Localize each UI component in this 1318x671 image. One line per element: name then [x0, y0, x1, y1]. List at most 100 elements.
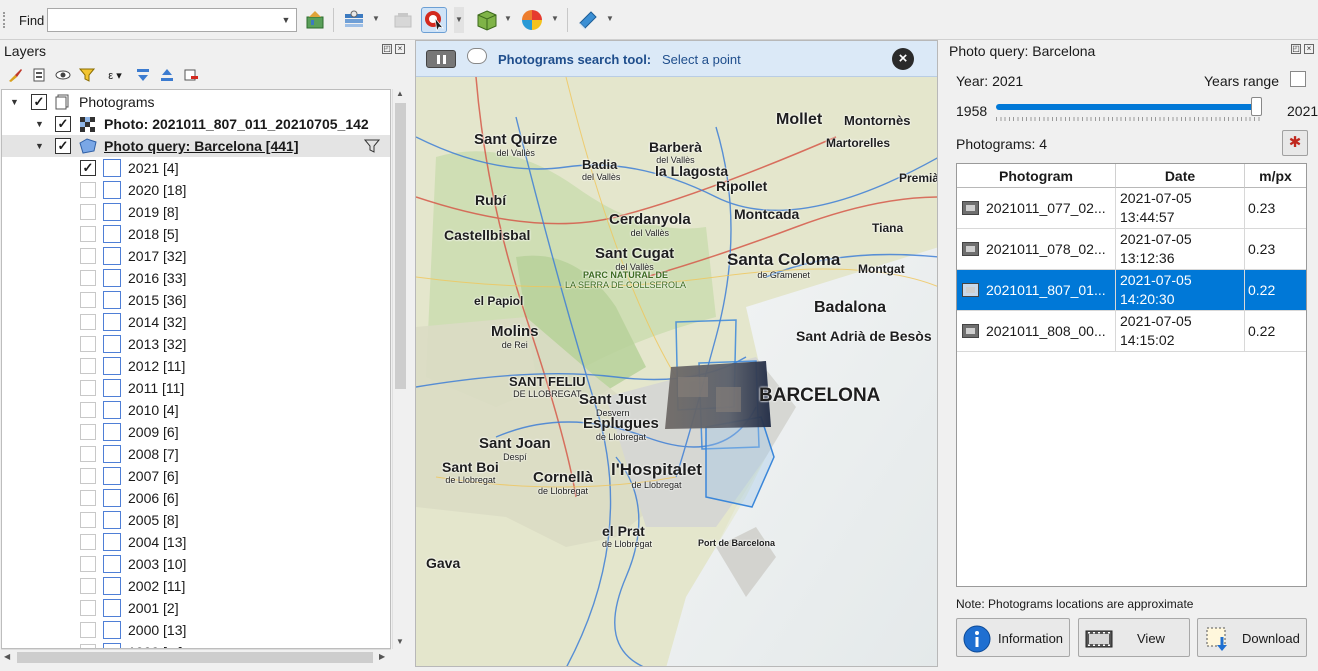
scrollbar-thumb[interactable]	[395, 103, 406, 389]
layer-checkbox[interactable]	[80, 182, 96, 198]
layer-checkbox[interactable]	[80, 578, 96, 594]
layer-checkbox[interactable]	[80, 380, 96, 396]
view-button[interactable]: View	[1078, 618, 1190, 657]
layer-checkbox[interactable]	[80, 204, 96, 220]
layer-checkbox[interactable]: ✓	[55, 138, 71, 154]
layer-checkbox[interactable]	[80, 512, 96, 528]
close-icon[interactable]: ×	[892, 48, 914, 70]
table-row[interactable]: 2021011_077_02... 2021-07-05 13:44:57 0.23	[957, 188, 1306, 229]
filter-icon[interactable]	[363, 138, 382, 154]
year-class-item[interactable]: 2019 [8]	[2, 201, 390, 223]
year-class-item[interactable]: 2014 [32]	[2, 311, 390, 333]
photogram-search-icon[interactable]	[421, 7, 447, 33]
float-panel-icon[interactable]: ◰	[382, 44, 392, 54]
year-class-item[interactable]: 2015 [36]	[2, 289, 390, 311]
layer-checkbox[interactable]	[80, 468, 96, 484]
information-button[interactable]: Information	[956, 618, 1070, 657]
table-row[interactable]: 2021011_807_01... 2021-07-05 14:20:30 0.22	[957, 270, 1306, 311]
year-class-item[interactable]: 2013 [32]	[2, 333, 390, 355]
year-class-item[interactable]: 1999 [...]	[2, 641, 390, 648]
table-row[interactable]: 2021011_078_02... 2021-07-05 13:12:36 0.23	[957, 229, 1306, 270]
layer-checkbox[interactable]	[80, 490, 96, 506]
scroll-down-icon[interactable]: ▼	[396, 637, 404, 646]
expand-toggle-icon[interactable]: ▼	[35, 141, 44, 151]
style-brush-icon[interactable]	[6, 66, 24, 84]
layer-checkbox[interactable]	[80, 424, 96, 440]
expand-toggle-icon[interactable]: ▼	[35, 119, 44, 129]
layer-checkbox[interactable]: ✓	[55, 116, 71, 132]
column-header-date[interactable]: Date	[1116, 164, 1245, 188]
float-panel-icon[interactable]: ◰	[1291, 44, 1301, 54]
expand-all-icon[interactable]	[134, 66, 152, 84]
year-class-item[interactable]: 2017 [32]	[2, 245, 390, 267]
chevron-down-icon[interactable]: ▼	[551, 14, 559, 23]
collapse-all-icon[interactable]	[158, 66, 176, 84]
year-class-item[interactable]: 2011 [11]	[2, 377, 390, 399]
scrollbar-thumb[interactable]	[17, 652, 373, 663]
layer-checkbox[interactable]	[80, 226, 96, 242]
eye-icon[interactable]	[54, 66, 72, 84]
layer-checkbox[interactable]	[80, 270, 96, 286]
layer-checkbox[interactable]	[80, 336, 96, 352]
cube-icon[interactable]	[474, 7, 500, 33]
year-class-item[interactable]: 2009 [6]	[2, 421, 390, 443]
map-canvas[interactable]: Photograms search tool: Select a point ×…	[415, 40, 938, 667]
layer-checkbox[interactable]: ✓	[80, 160, 96, 176]
year-class-item[interactable]: 2008 [7]	[2, 443, 390, 465]
layer-checkbox[interactable]	[80, 622, 96, 638]
year-class-item[interactable]: 2018 [5]	[2, 223, 390, 245]
layer-checkbox[interactable]	[80, 534, 96, 550]
book-icon[interactable]	[575, 7, 601, 33]
layer-checkbox[interactable]	[80, 446, 96, 462]
scroll-up-icon[interactable]: ▲	[396, 89, 404, 98]
remove-layer-icon[interactable]	[182, 66, 200, 84]
chevron-down-icon[interactable]: ▼	[606, 14, 614, 23]
chevron-down-icon[interactable]: ▼	[276, 9, 296, 31]
layer-tree-item[interactable]: ▼ ✓ Photo: 2021011_807_011_20210705_142	[2, 113, 390, 135]
layer-checkbox[interactable]	[80, 314, 96, 330]
column-header-mpx[interactable]: m/px	[1245, 164, 1306, 188]
chevron-down-icon[interactable]: ▼	[372, 14, 380, 23]
year-class-item[interactable]: 2004 [13]	[2, 531, 390, 553]
layer-checkbox[interactable]	[80, 402, 96, 418]
chevron-down-icon[interactable]: ▼	[454, 7, 464, 33]
add-group-icon[interactable]	[30, 66, 48, 84]
pause-icon[interactable]	[426, 50, 456, 68]
layer-tree-vertical-scrollbar[interactable]: ▲ ▼	[392, 89, 407, 649]
years-range-checkbox[interactable]	[1290, 71, 1306, 87]
year-class-item[interactable]: 2010 [4]	[2, 399, 390, 421]
year-class-item[interactable]: 2016 [33]	[2, 267, 390, 289]
layer-tree-horizontal-scrollbar[interactable]: ◀ ▶	[1, 649, 391, 664]
year-class-item[interactable]: 2005 [8]	[2, 509, 390, 531]
year-class-item[interactable]: 2002 [11]	[2, 575, 390, 597]
scroll-right-icon[interactable]: ▶	[379, 652, 385, 661]
find-input[interactable]: ▼	[47, 8, 297, 32]
close-panel-icon[interactable]: ×	[1304, 44, 1314, 54]
photo-stack-icon[interactable]	[341, 7, 367, 33]
layer-checkbox[interactable]: ✓	[31, 94, 47, 110]
toolbar-grip[interactable]	[3, 12, 7, 28]
layer-checkbox[interactable]	[80, 358, 96, 374]
chevron-down-icon[interactable]: ▼	[504, 14, 512, 23]
color-wheel-icon[interactable]	[519, 7, 545, 33]
table-row[interactable]: 2021011_808_00... 2021-07-05 14:15:02 0.22	[957, 311, 1306, 352]
layer-checkbox[interactable]	[80, 292, 96, 308]
layer-tree-item[interactable]: ▼ ✓ Photograms	[2, 91, 390, 113]
column-header-photogram[interactable]: Photogram	[957, 164, 1116, 188]
expand-toggle-icon[interactable]: ▼	[10, 97, 19, 107]
year-class-item[interactable]: 2001 [2]	[2, 597, 390, 619]
filter-icon[interactable]	[78, 66, 96, 84]
year-class-item[interactable]: 2007 [6]	[2, 465, 390, 487]
year-class-item[interactable]: 2012 [11]	[2, 355, 390, 377]
close-panel-icon[interactable]: ×	[395, 44, 405, 54]
year-slider-handle[interactable]	[1251, 97, 1262, 116]
expression-filter-icon[interactable]: ε ▾	[102, 66, 128, 84]
year-class-item[interactable]: 2003 [10]	[2, 553, 390, 575]
layer-checkbox[interactable]	[80, 556, 96, 572]
download-button[interactable]: Download	[1197, 618, 1307, 657]
year-slider-track[interactable]	[996, 104, 1260, 110]
bug-icon[interactable]: ✱	[1282, 130, 1308, 156]
layer-checkbox[interactable]	[80, 248, 96, 264]
year-class-item[interactable]: 2000 [13]	[2, 619, 390, 641]
layer-tree-item[interactable]: ▼ ✓ Photo query: Barcelona [441]	[2, 135, 390, 157]
